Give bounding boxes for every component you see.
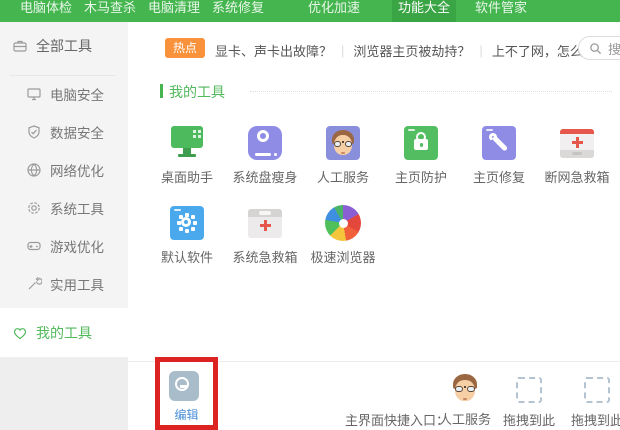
sidebar-item-utility-tools[interactable]: 实用工具 bbox=[0, 265, 128, 303]
function-center-window: { "nav": { "tabs": ["电脑体检", "木马查杀", "电脑清… bbox=[0, 0, 620, 430]
tool-label: 断网急救箱 bbox=[538, 167, 616, 186]
tab-system-repair[interactable]: 系统修复 bbox=[206, 0, 270, 22]
search-placeholder: 搜 bbox=[608, 39, 620, 58]
hot-link-graphics-sound-fault[interactable]: 显卡、声卡出故障？ bbox=[215, 41, 332, 60]
tool-network-first-aid-kit[interactable]: 断网急救箱 bbox=[538, 124, 616, 186]
top-nav: 电脑体检 木马查杀 电脑清理 系统修复 优化加速 功能大全 软件管家 bbox=[0, 0, 620, 22]
homepage-guard-icon bbox=[402, 124, 440, 162]
sidebar-item-data-security[interactable]: 数据安全 bbox=[0, 113, 128, 151]
tab-computer-cleanup[interactable]: 电脑清理 bbox=[142, 0, 206, 22]
sidebar-item-label: 我的工具 bbox=[36, 323, 92, 343]
globe-icon bbox=[26, 162, 42, 178]
sidebar-item-game-optimization[interactable]: 游戏优化 bbox=[0, 227, 128, 265]
network-first-aid-icon bbox=[558, 124, 596, 162]
toolbox-icon bbox=[12, 38, 28, 54]
red-highlight-box bbox=[155, 357, 218, 430]
gear-glyph bbox=[181, 217, 191, 227]
technician-face-icon bbox=[451, 374, 479, 402]
tool-label: 人工服务 bbox=[304, 167, 382, 186]
tool-label: 系统急救箱 bbox=[226, 247, 304, 266]
drop-zone-2[interactable] bbox=[584, 377, 610, 403]
link-separator: | bbox=[341, 43, 344, 58]
tool-system-first-aid-kit[interactable]: 系统急救箱 bbox=[226, 204, 304, 266]
shield-icon bbox=[26, 124, 42, 140]
sidebar-item-label: 电脑安全 bbox=[50, 84, 104, 104]
tool-speed-browser[interactable]: 极速浏览器 bbox=[304, 204, 382, 266]
tool-label: 默认软件 bbox=[148, 247, 226, 266]
sidebar-item-label: 网络优化 bbox=[50, 160, 104, 180]
sidebar-item-label: 数据安全 bbox=[50, 122, 104, 142]
sidebar-item-all-tools[interactable]: 全部工具 bbox=[12, 36, 92, 56]
tab-optimize-speedup[interactable]: 优化加速 bbox=[302, 0, 366, 22]
drop-zone-1[interactable] bbox=[516, 377, 542, 403]
tool-label: 极速浏览器 bbox=[304, 247, 382, 266]
wrench-icon bbox=[26, 276, 42, 292]
hot-topic-badge: 热点 bbox=[165, 38, 205, 58]
sidebar-item-label: 游戏优化 bbox=[50, 236, 104, 256]
sidebar-categories: 电脑安全 数据安全 网络优化 系统工具 bbox=[0, 75, 128, 303]
homepage-repair-icon bbox=[480, 124, 518, 162]
sidebar-item-my-tools[interactable]: 我的工具 bbox=[12, 323, 92, 343]
tab-computer-checkup[interactable]: 电脑体检 bbox=[14, 0, 78, 22]
gear-icon bbox=[26, 200, 42, 216]
tab-function-center[interactable]: 功能大全 bbox=[392, 0, 456, 22]
tool-desktop-assistant[interactable]: 桌面助手 bbox=[148, 124, 226, 186]
section-dotted-divider bbox=[250, 91, 612, 92]
tool-manual-service[interactable]: 人工服务 bbox=[304, 124, 382, 186]
sidebar-item-system-tools[interactable]: 系统工具 bbox=[0, 189, 128, 227]
sidebar-bottom-panel bbox=[0, 357, 128, 430]
drop-zone-label: 拖拽到此 bbox=[571, 410, 620, 429]
tool-system-disk-slimming[interactable]: 系统盘瘦身 bbox=[226, 124, 304, 186]
section-accent-bar bbox=[160, 84, 163, 98]
tool-label: 桌面助手 bbox=[148, 167, 226, 186]
tool-homepage-guard[interactable]: 主页防护 bbox=[382, 124, 460, 186]
sidebar-item-label: 全部工具 bbox=[36, 36, 92, 56]
tab-software-manager[interactable]: 软件管家 bbox=[469, 0, 533, 22]
search-icon bbox=[589, 42, 602, 55]
tool-default-software[interactable]: 默认软件 bbox=[148, 204, 226, 266]
hot-link-browser-homepage-hijacked[interactable]: 浏览器主页被劫持？ bbox=[353, 41, 470, 60]
sidebar-item-computer-security[interactable]: 电脑安全 bbox=[0, 75, 128, 113]
system-first-aid-icon bbox=[246, 204, 284, 242]
sidebar-item-network-optimization[interactable]: 网络优化 bbox=[0, 151, 128, 189]
shortcut-manual-service[interactable]: 人工服务 bbox=[439, 374, 491, 428]
monitor-icon bbox=[26, 86, 42, 102]
default-software-icon bbox=[168, 204, 206, 242]
manual-service-icon bbox=[324, 124, 362, 162]
tab-trojan-scan[interactable]: 木马查杀 bbox=[78, 0, 142, 22]
sidebar: 全部工具 电脑安全 数据安全 网络优化 bbox=[0, 22, 128, 308]
tool-label: 主页修复 bbox=[460, 167, 538, 186]
main-ui-shortcut-entry-label: 主界面快捷入口： bbox=[345, 410, 449, 429]
heart-icon bbox=[12, 325, 28, 341]
speed-browser-icon bbox=[324, 204, 362, 242]
sidebar-item-label: 实用工具 bbox=[50, 274, 104, 294]
hot-topic-links: 显卡、声卡出故障？ | 浏览器主页被劫持？ | 上不了网，怎么办？ bbox=[215, 41, 609, 60]
shortcut-label: 人工服务 bbox=[439, 409, 491, 428]
tool-homepage-repair[interactable]: 主页修复 bbox=[460, 124, 538, 186]
drop-zone-label: 拖拽到此 bbox=[503, 410, 555, 429]
technician-face bbox=[330, 130, 356, 156]
desktop-assistant-icon bbox=[168, 124, 206, 162]
search-input[interactable]: 搜 bbox=[578, 36, 620, 60]
tool-label: 系统盘瘦身 bbox=[226, 167, 304, 186]
tool-label: 主页防护 bbox=[382, 167, 460, 186]
link-separator: | bbox=[479, 43, 482, 58]
section-title: 我的工具 bbox=[169, 82, 225, 102]
glasses bbox=[455, 386, 475, 392]
glasses bbox=[334, 141, 353, 146]
disk-slim-icon bbox=[246, 124, 284, 162]
gamepad-icon bbox=[26, 238, 42, 254]
sidebar-item-label: 系统工具 bbox=[50, 198, 104, 218]
